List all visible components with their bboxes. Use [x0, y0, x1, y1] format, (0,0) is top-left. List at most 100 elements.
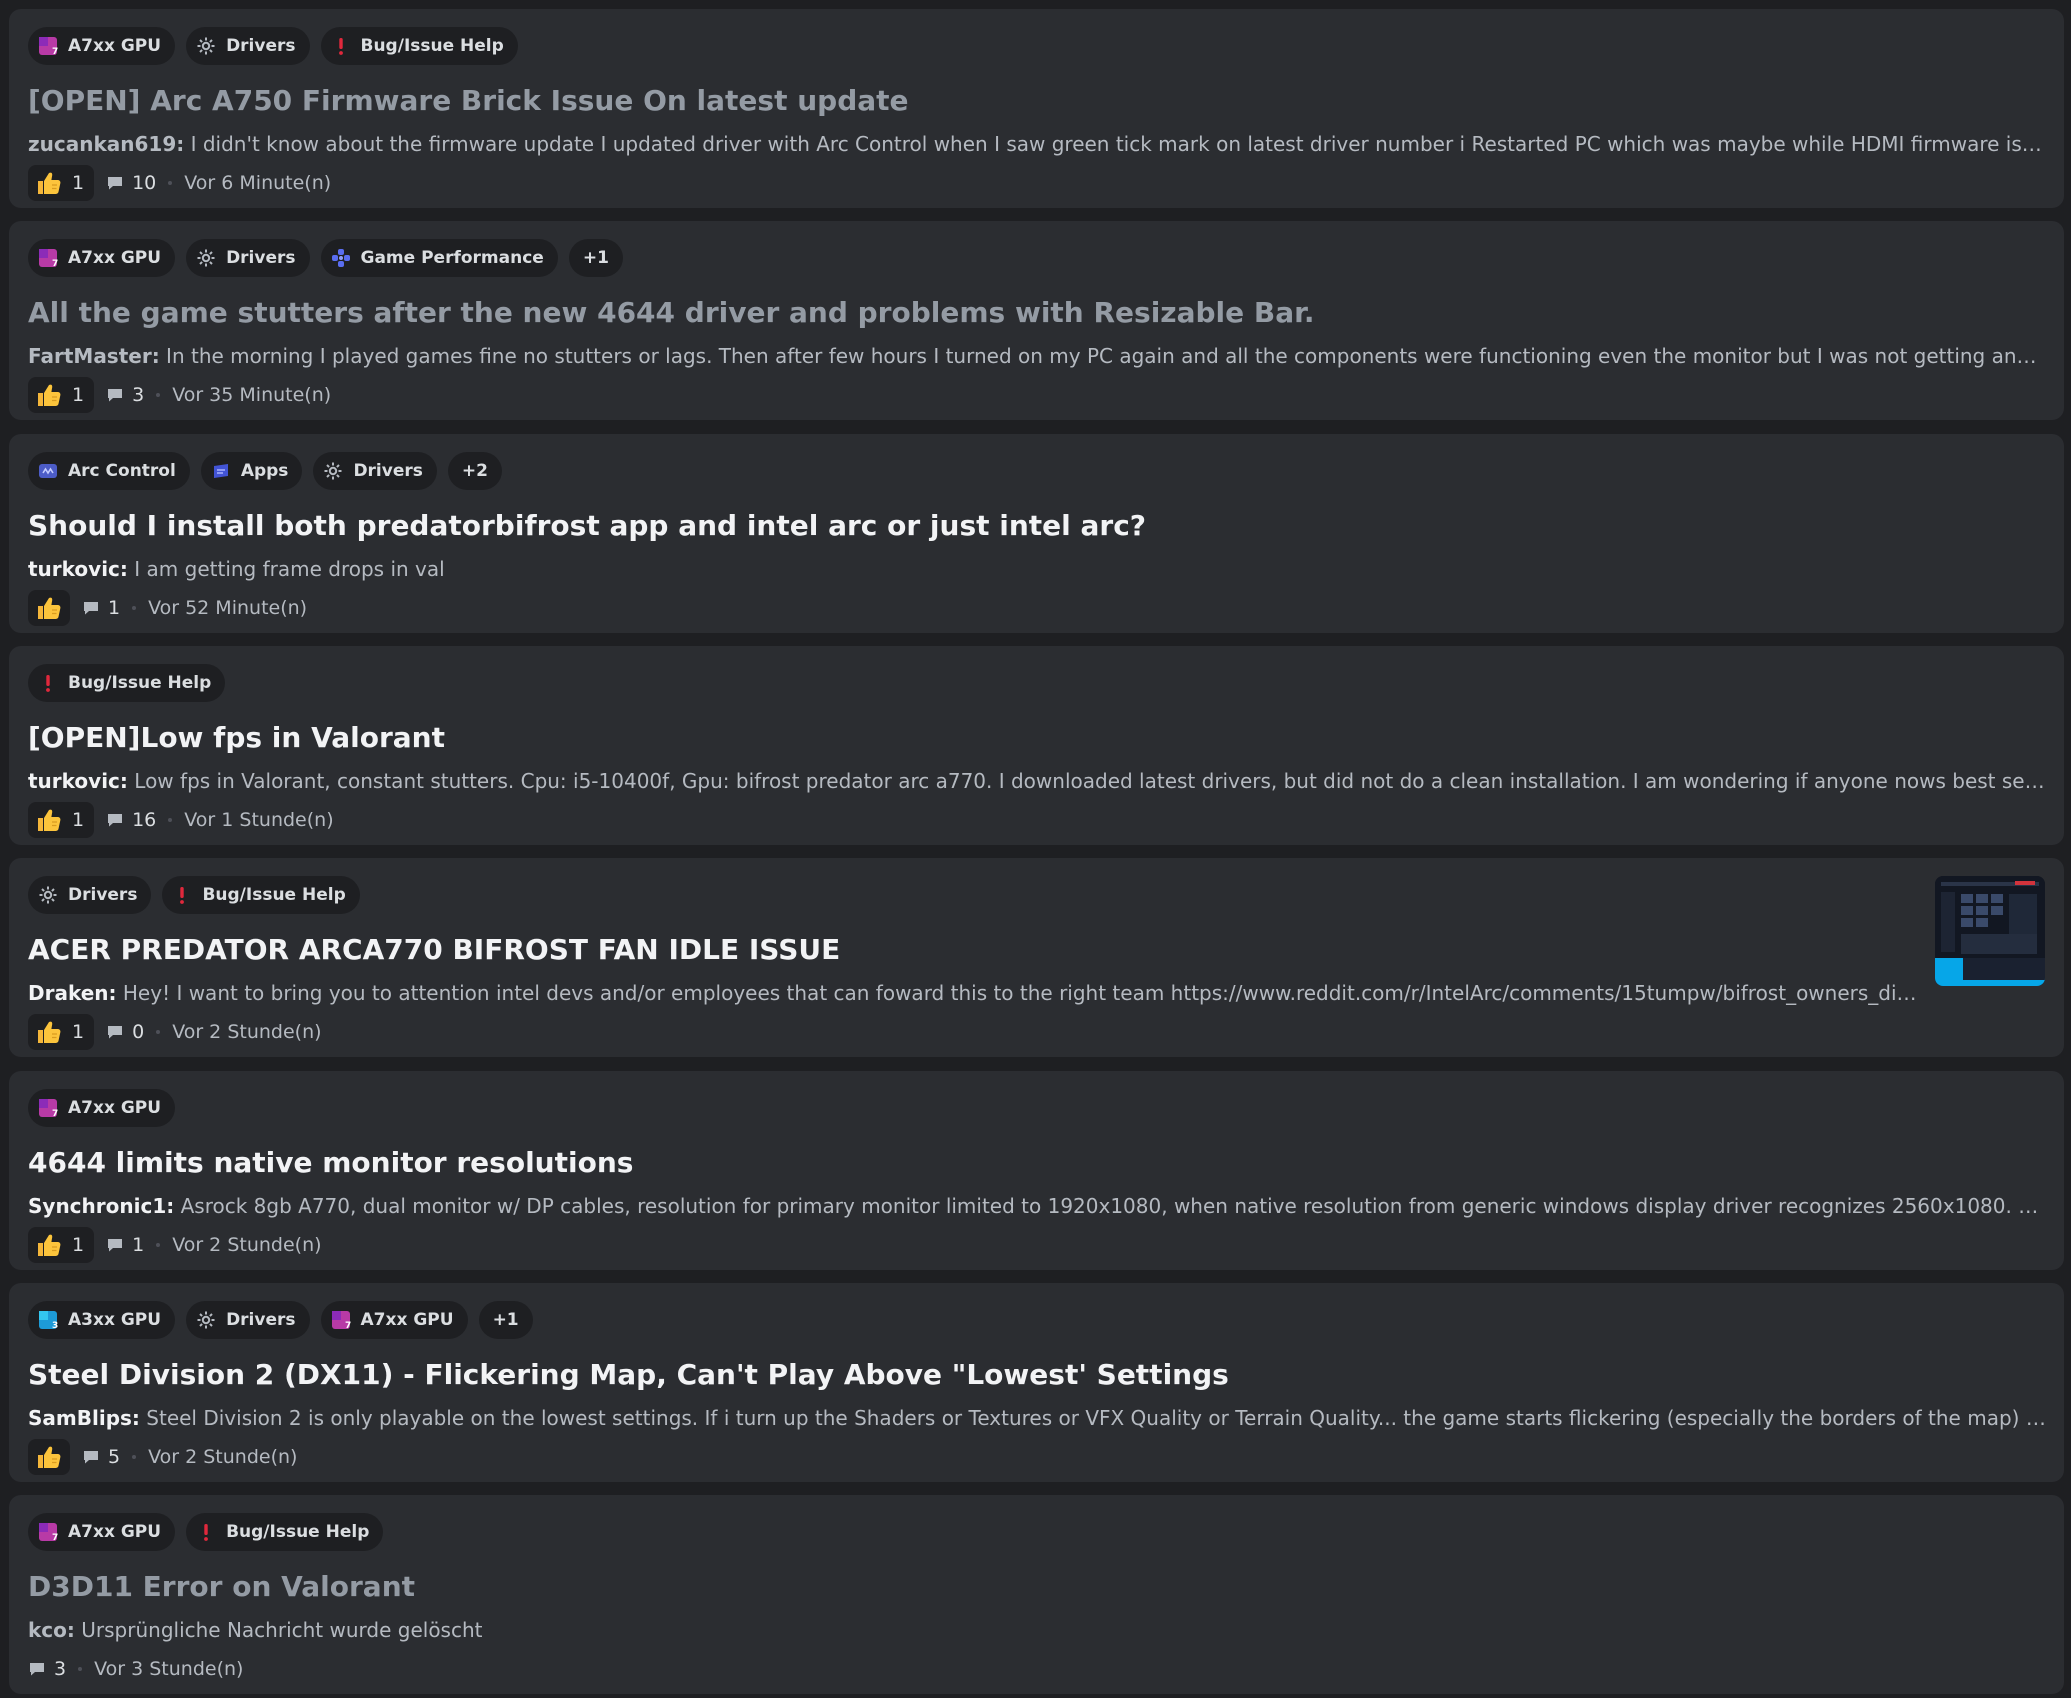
arc-control-icon — [38, 461, 58, 481]
post-author: zucankan619: — [28, 132, 185, 156]
comment-count-value: 1 — [108, 597, 121, 619]
forum-post-card[interactable]: 3 A3xx GPU Drivers 7 A7xx GPU +1 Steel Divisio… — [9, 1283, 2064, 1482]
more-tags-badge[interactable]: +2 — [447, 452, 502, 490]
reaction-button[interactable] — [28, 590, 70, 626]
tag-label: Drivers — [226, 1310, 296, 1330]
forum-post-card[interactable]: 7 A7xx GPU Drivers Game Performance +1 All th… — [9, 221, 2064, 420]
post-author: Synchronic1: — [28, 1194, 175, 1218]
a7xx-gpu-icon: 7 — [38, 36, 58, 56]
a3xx-gpu-icon: 3 — [38, 1310, 58, 1330]
reaction-button[interactable]: 1 — [28, 802, 95, 838]
post-tags: 7 A7xx GPU Drivers Bug/Issue Help — [28, 27, 518, 65]
separator-dot — [156, 1030, 161, 1034]
a7xx-gpu-icon: 7 — [331, 1310, 351, 1330]
comment-count: 3 — [106, 384, 144, 406]
tag-label: A7xx GPU — [68, 1522, 162, 1542]
a7xx-gpu-icon: 7 — [38, 248, 58, 268]
tag-pill[interactable]: 7 A7xx GPU — [28, 27, 176, 65]
tag-label: Drivers — [226, 248, 296, 268]
post-title[interactable]: Steel Division 2 (DX11) - Flickering Map… — [28, 1355, 1928, 1395]
comment-count-value: 3 — [54, 1658, 67, 1680]
tag-pill[interactable]: Bug/Issue Help — [162, 876, 360, 914]
tag-label: Drivers — [226, 36, 296, 56]
post-author: turkovic: — [28, 769, 128, 793]
post-preview: kco: Ursprüngliche Nachricht wurde gelös… — [28, 1617, 2048, 1643]
tag-label: Arc Control — [68, 461, 176, 481]
more-tags-badge[interactable]: +1 — [568, 239, 623, 277]
post-meta: 1 10 Vor 6 Minute(n) — [28, 165, 331, 201]
comment-icon — [106, 1236, 124, 1254]
tag-label: A7xx GPU — [68, 248, 162, 268]
reaction-count: 1 — [72, 1234, 85, 1256]
tag-pill[interactable]: Bug/Issue Help — [186, 1513, 384, 1551]
post-title[interactable]: [OPEN]Low fps in Valorant — [28, 718, 1928, 758]
post-preview-text: Asrock 8gb A770, dual monitor w/ DP cabl… — [180, 1194, 2048, 1218]
svg-text:7: 7 — [52, 1533, 58, 1542]
reaction-button[interactable]: 1 — [28, 1014, 95, 1050]
reaction-count: 1 — [72, 172, 85, 194]
reaction-count: 1 — [72, 384, 85, 406]
post-author: turkovic: — [28, 557, 128, 581]
tag-pill[interactable]: Drivers — [186, 27, 310, 65]
post-title[interactable]: 4644 limits native monitor resolutions — [28, 1143, 1928, 1183]
tag-pill[interactable]: Drivers — [28, 876, 152, 914]
post-preview-text: Ursprüngliche Nachricht wurde gelöscht — [74, 1618, 483, 1642]
tag-pill[interactable]: Game Performance — [320, 239, 558, 277]
tag-pill[interactable]: 7 A7xx GPU — [28, 1513, 176, 1551]
tag-label: Bug/Issue Help — [202, 885, 346, 905]
post-title[interactable]: Should I install both predatorbifrost ap… — [28, 506, 1928, 546]
post-preview: Synchronic1: Asrock 8gb A770, dual monit… — [28, 1193, 2048, 1219]
forum-post-card[interactable]: 7 A7xx GPU Drivers Bug/Issue Help [OPEN] Arc… — [9, 9, 2064, 208]
forum-post-card[interactable]: Bug/Issue Help [OPEN]Low fps in Valorant t… — [9, 646, 2064, 845]
post-thumbnail[interactable] — [1935, 876, 2045, 986]
tag-pill[interactable]: Arc Control — [28, 452, 190, 490]
post-meta: 1 Vor 52 Minute(n) — [28, 590, 307, 626]
thumbs-up-icon — [36, 1232, 62, 1258]
post-title[interactable]: [OPEN] Arc A750 Firmware Brick Issue On … — [28, 81, 1928, 121]
post-timestamp: Vor 52 Minute(n) — [148, 597, 308, 619]
tag-pill[interactable]: Drivers — [313, 452, 437, 490]
post-tags: 7 A7xx GPU Bug/Issue Help — [28, 1513, 384, 1551]
reaction-button[interactable] — [28, 1439, 70, 1475]
post-title[interactable]: ACER PREDATOR ARCA770 BIFROST FAN IDLE I… — [28, 930, 1928, 970]
comment-icon — [28, 1660, 46, 1678]
svg-text:7: 7 — [345, 1321, 351, 1330]
gear-icon — [196, 1310, 216, 1330]
comment-icon — [82, 1448, 100, 1466]
tag-pill[interactable]: Drivers — [186, 1301, 310, 1339]
forum-post-card[interactable]: Arc Control Apps Drivers +2 Should I install… — [9, 434, 2064, 633]
tag-pill[interactable]: Drivers — [186, 239, 310, 277]
tag-pill[interactable]: 3 A3xx GPU — [28, 1301, 176, 1339]
forum-post-card[interactable]: Drivers Bug/Issue Help ACER PREDATOR ARCA7… — [9, 858, 2064, 1057]
tag-pill[interactable]: 7 A7xx GPU — [28, 239, 176, 277]
forum-post-card[interactable]: 7 A7xx GPU 4644 limits native monitor reso… — [9, 1071, 2064, 1270]
reaction-button[interactable]: 1 — [28, 165, 95, 201]
post-title[interactable]: D3D11 Error on Valorant — [28, 1567, 1928, 1607]
post-tags: 3 A3xx GPU Drivers 7 A7xx GPU +1 — [28, 1301, 533, 1339]
comment-count-value: 10 — [132, 172, 157, 194]
separator-dot — [156, 393, 161, 397]
reaction-button[interactable]: 1 — [28, 1227, 95, 1263]
gear-icon — [196, 36, 216, 56]
more-tags-badge[interactable]: +1 — [478, 1301, 533, 1339]
comment-icon — [106, 1023, 124, 1041]
a7xx-gpu-icon: 7 — [38, 1098, 58, 1118]
tag-pill[interactable]: 7 A7xx GPU — [320, 1301, 468, 1339]
tag-pill[interactable]: Bug/Issue Help — [320, 27, 518, 65]
exclamation-icon — [331, 36, 351, 56]
post-meta: 1 3 Vor 35 Minute(n) — [28, 377, 331, 413]
post-timestamp: Vor 6 Minute(n) — [184, 172, 332, 194]
tag-pill[interactable]: Bug/Issue Help — [28, 664, 226, 702]
tag-label: Game Performance — [360, 248, 544, 268]
thumbs-up-icon — [36, 1444, 62, 1470]
post-preview-text: I am getting frame drops in val — [127, 557, 445, 581]
post-preview: turkovic: I am getting frame drops in va… — [28, 556, 2048, 582]
post-title[interactable]: All the game stutters after the new 4644… — [28, 293, 1928, 333]
thumbs-up-icon — [36, 382, 62, 408]
tag-pill[interactable]: 7 A7xx GPU — [28, 1089, 176, 1127]
reaction-button[interactable]: 1 — [28, 377, 95, 413]
thumbs-up-icon — [36, 595, 62, 621]
forum-post-card[interactable]: 7 A7xx GPU Bug/Issue Help D3D11 Error on Va… — [9, 1495, 2064, 1694]
a7xx-gpu-icon: 7 — [38, 1522, 58, 1542]
tag-pill[interactable]: Apps — [200, 452, 303, 490]
